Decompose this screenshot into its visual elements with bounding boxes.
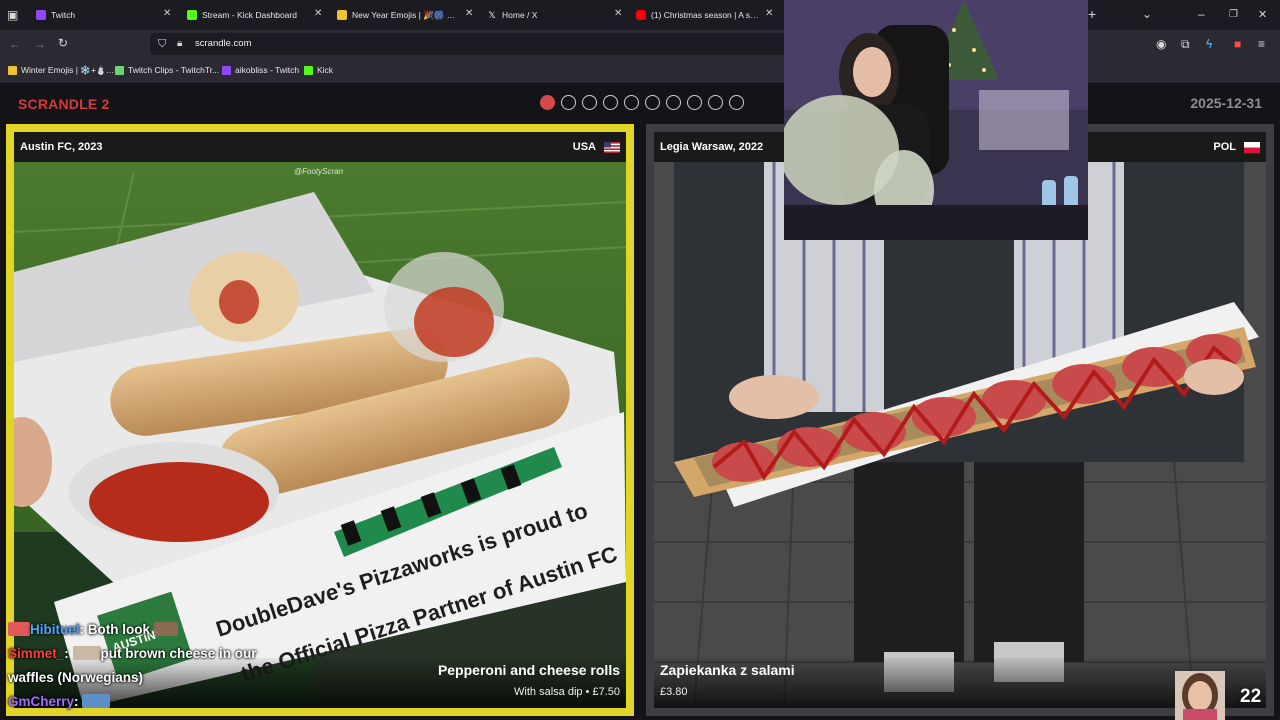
maximize-icon[interactable]: ❐ [1229, 8, 1238, 22]
progress-dot [603, 95, 618, 110]
food-name: Pepperoni and cheese rolls [437, 662, 620, 678]
team-name: Legia Warsaw, 2022 [660, 141, 764, 153]
webcam-illustration [784, 0, 1088, 240]
bookmarks-bar: Winter Emojis | ❄️+⛄... Twitch Clips - T… [0, 58, 1280, 84]
folder-icon [8, 66, 17, 75]
progress-dot-current [540, 95, 555, 110]
x-icon: 𝕏 [487, 10, 497, 20]
twitch-icon [36, 10, 46, 20]
browser-tab-bar: ▣ Twitch ✕ Stream - Kick Dashboard ✕ New… [0, 0, 1280, 30]
emote-icon [72, 646, 101, 660]
extension-icon[interactable]: ϟ [1206, 37, 1212, 51]
bookmark-label: Winter Emojis | ❄️+⛄... [21, 65, 114, 75]
food-detail: £3.80 [660, 686, 688, 698]
team-name: Austin FC, 2023 [20, 141, 103, 153]
food-detail: With salsa dip • £7.50 [514, 686, 620, 698]
back-icon[interactable]: ← [9, 37, 21, 51]
avatar-illustration [1175, 671, 1225, 720]
menu-icon[interactable]: ≡ [1258, 37, 1265, 51]
folder-icon [337, 10, 347, 20]
chat-username: GmCherry [8, 694, 75, 709]
tab-label: New Year Emojis | 🎉🎆 🎇 ✨ 🎊 [352, 9, 465, 20]
tab-youtube[interactable]: (1) Christmas season | A safe pl [636, 4, 760, 26]
badge-icon [8, 622, 30, 636]
tab-home-x[interactable]: 𝕏 Home / X [487, 4, 607, 26]
puzzle-date: 2025-12-31 [1190, 95, 1262, 111]
country-code: POL [1213, 141, 1236, 153]
tab-kick-dashboard[interactable]: Stream - Kick Dashboard [187, 4, 312, 26]
tab-list-chevron-icon[interactable]: ⌄ [1142, 7, 1152, 21]
shield-icon[interactable]: ⛉ [158, 37, 166, 51]
extension-badge-icon[interactable]: ■ [1234, 37, 1241, 51]
bookmark-label: Twitch Clips - TwitchTr... [128, 65, 220, 75]
forward-icon[interactable]: → [34, 37, 46, 51]
chat-text: Both look [87, 622, 150, 637]
account-icon[interactable]: ◉ [1156, 37, 1166, 51]
address-bar[interactable]: ⛉ 🔒︎ scrandle.com [150, 33, 790, 55]
navigation-bar: ← → ↻ ⛉ 🔒︎ scrandle.com ◉ ⧉ ϟ ■ ≡ [0, 30, 1280, 58]
tab-twitch[interactable]: Twitch [36, 4, 166, 26]
close-tab-icon[interactable]: ✕ [465, 8, 473, 20]
chat-text: waffles (Norwegians) [8, 670, 144, 685]
close-tab-icon[interactable]: ✕ [614, 8, 622, 20]
progress-dot [687, 95, 702, 110]
extensions-icon[interactable]: ⧉ [1181, 37, 1190, 51]
chat-message: Simmet_: put brown cheese in our [8, 646, 257, 661]
youtube-icon [636, 10, 646, 20]
progress-dots [540, 95, 744, 110]
close-tab-icon[interactable]: ✕ [314, 8, 322, 20]
bookmark-winter-emojis[interactable]: Winter Emojis | ❄️+⛄... [8, 65, 114, 76]
food-name: Zapiekanka z salami [660, 662, 795, 678]
progress-dot [645, 95, 660, 110]
tab-label: Twitch [51, 10, 76, 20]
bookmark-aikobliss-twitch[interactable]: aikobliss - Twitch [222, 65, 299, 75]
poland-flag-icon [1244, 142, 1260, 153]
photo-watermark: @FootyScran [294, 167, 344, 176]
progress-dot [561, 95, 576, 110]
chat-username: Simmet_ [8, 646, 65, 661]
progress-dot [582, 95, 597, 110]
bookmark-label: Kick [317, 65, 334, 75]
tab-label: (1) Christmas season | A safe pl [651, 10, 760, 20]
minimize-icon[interactable]: – [1198, 7, 1205, 21]
close-tab-icon[interactable]: ✕ [163, 8, 171, 20]
food-photo-illustration [654, 162, 1266, 708]
chat-message: Hibituel: Both look [8, 622, 178, 637]
twitch-icon [222, 65, 231, 75]
progress-dot [666, 95, 681, 110]
bookmark-twitch-clips[interactable]: Twitch Clips - TwitchTr... [115, 65, 219, 75]
twitchtracker-icon [115, 65, 124, 75]
progress-dot [708, 95, 723, 110]
new-tab-icon[interactable]: + [1088, 7, 1096, 21]
progress-dot [729, 95, 744, 110]
country-code: USA [572, 141, 596, 153]
progress-dot [624, 95, 639, 110]
usa-flag-icon [604, 142, 620, 153]
tab-label: Stream - Kick Dashboard [202, 10, 297, 20]
chat-message: GmCherry: [8, 694, 111, 709]
viewer-avatar [1175, 671, 1225, 720]
tab-label: Home / X [502, 10, 538, 20]
emote-icon [82, 694, 111, 708]
reload-icon[interactable]: ↻ [58, 36, 68, 50]
lock-icon[interactable]: 🔒︎ [177, 37, 182, 51]
tab-new-year-emojis[interactable]: New Year Emojis | 🎉🎆 🎇 ✨ 🎊 [337, 4, 465, 26]
close-window-icon[interactable]: ✕ [1258, 8, 1267, 22]
chat-text: put brown cheese in our [100, 646, 257, 661]
chat-username: Hibituel [30, 622, 80, 637]
card-header: Austin FC, 2023 USA [14, 132, 626, 162]
kick-icon [304, 65, 313, 75]
streamer-webcam [784, 0, 1088, 240]
chat-message-continued: waffles (Norwegians) [8, 670, 143, 685]
url-text: scrandle.com [195, 38, 252, 49]
food-photo-zapiekanka [654, 162, 1266, 708]
kick-icon [187, 10, 197, 20]
viewer-count: 22 [1240, 686, 1262, 707]
tab-overview-icon[interactable]: ▣ [7, 8, 18, 22]
site-logo[interactable]: SCRANDLE 2 [18, 96, 109, 112]
bookmark-kick[interactable]: Kick [304, 65, 333, 75]
bookmark-label: aikobliss - Twitch [235, 65, 300, 75]
close-tab-icon[interactable]: ✕ [765, 8, 773, 20]
emote-icon [153, 622, 178, 636]
